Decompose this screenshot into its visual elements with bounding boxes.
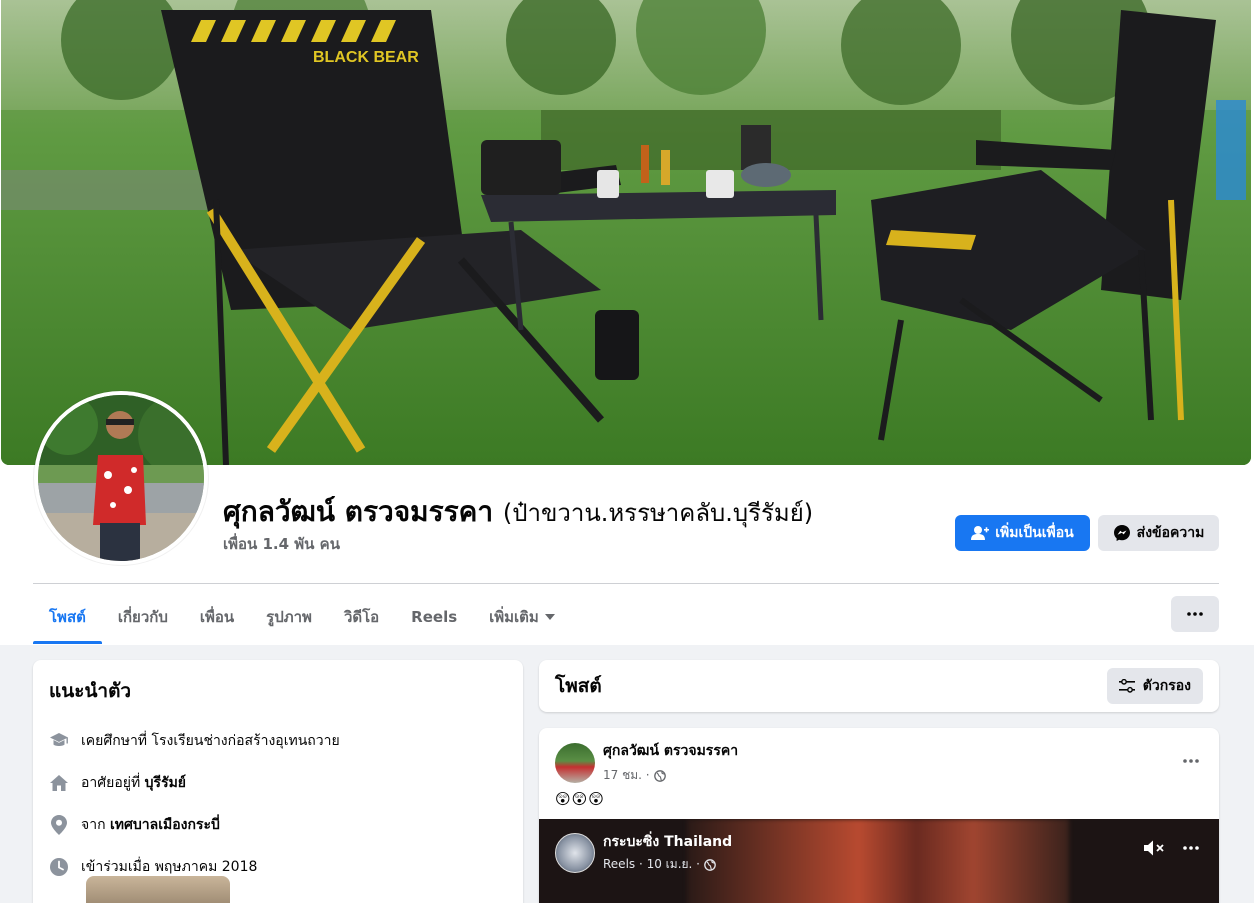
reel-controls [1143, 839, 1199, 857]
messenger-icon [1113, 525, 1130, 541]
friends-count[interactable]: เพื่อน 1.4 พัน คน [223, 532, 340, 556]
reel-more-dots-icon[interactable] [1183, 846, 1199, 850]
mute-icon[interactable] [1143, 839, 1165, 857]
reel-thumbnail [687, 819, 1069, 903]
post-author-name[interactable]: ศุกลวัฒน์ ตรวจมรรคา [603, 740, 738, 762]
intro-title: แนะนำตัว [49, 680, 132, 702]
profile-tabs: โพสต์ เกี่ยวกับ เพื่อน รูปภาพ วิดีโอ Ree… [33, 590, 571, 644]
filter-button[interactable]: ตัวกรอง [1106, 668, 1203, 704]
posts-section-title: โพสต์ [555, 675, 602, 697]
tab-more-label: เพิ่มเติม [489, 608, 539, 626]
globe-icon [653, 769, 666, 782]
reel-meta-text[interactable]: Reels · 10 เม.ย. · [603, 855, 700, 874]
post-card: ศุกลวัฒน์ ตรวจมรรคา 17 ชม. · 😲😲😲 กระบะซิ… [539, 728, 1219, 903]
tab-posts[interactable]: โพสต์ [33, 590, 102, 644]
clock-icon [49, 857, 69, 877]
post-author-avatar[interactable] [555, 742, 595, 783]
reel-author-avatar[interactable] [555, 832, 595, 873]
post-time[interactable]: 17 ชม. · [603, 766, 650, 785]
tab-videos-label: วิดีโอ [343, 608, 380, 626]
reel-author-info: กระบะซิ่ง Thailand Reels · 10 เม.ย. · [603, 831, 732, 874]
tab-more[interactable]: เพิ่มเติม [473, 590, 571, 644]
intro-lives-in-value[interactable]: บุรีรัมย์ [145, 775, 186, 791]
intro-card: แนะนำตัว เคยศึกษาที่ โรงเรียนช่างก่อสร้า… [33, 660, 523, 903]
post-options-button[interactable] [1183, 748, 1199, 767]
profile-name-alternate: (ป๋าขวาน.หรรษาคลับ.บุรีรัมย์) [502, 499, 814, 527]
profile-more-options-button[interactable] [1171, 596, 1219, 632]
add-friend-label: เพิ่มเป็นเพื่อน [995, 525, 1074, 541]
posts-header-card: โพสต์ ตัวกรอง [539, 660, 1219, 712]
graduation-cap-icon [49, 731, 69, 751]
intro-lives-in-text: อาศัยอยู่ที่ บุรีรัมย์ [81, 772, 186, 794]
dropdown-caret-icon [544, 614, 555, 620]
profile-picture [38, 395, 204, 561]
tab-videos[interactable]: วิดีโอ [328, 590, 395, 644]
intro-lives-in-label: อาศัยอยู่ที่ [81, 775, 145, 791]
intro-from-value[interactable]: เทศบาลเมืองกระบี่ [110, 817, 220, 833]
post-meta: 17 ชม. · [603, 766, 738, 785]
message-label: ส่งข้อความ [1136, 525, 1205, 541]
shared-reel[interactable]: กระบะซิ่ง Thailand Reels · 10 เม.ย. · [539, 819, 1219, 903]
more-dots-icon [1183, 759, 1199, 763]
featured-photo[interactable] [86, 876, 230, 903]
reel-meta: Reels · 10 เม.ย. · [603, 855, 732, 874]
intro-from-label: จาก [81, 817, 110, 833]
tab-reels[interactable]: Reels [395, 590, 473, 644]
intro-education: เคยศึกษาที่ โรงเรียนช่างก่อสร้างอุเทนถวา… [49, 720, 507, 762]
profile-name-primary: ศุกลวัฒน์ ตรวจมรรคา [223, 495, 494, 528]
post-author-info: ศุกลวัฒน์ ตรวจมรรคา 17 ชม. · [603, 740, 738, 785]
profile-name: ศุกลวัฒน์ ตรวจมรรคา (ป๋าขวาน.หรรษาคลับ.บ… [223, 490, 813, 534]
tab-photos[interactable]: รูปภาพ [250, 590, 328, 644]
home-icon [49, 773, 69, 793]
filter-sliders-icon [1118, 679, 1135, 693]
profile-avatar[interactable] [34, 391, 208, 565]
intro-education-label: เคยศึกษาที่ โรงเรียนช่างก่อสร้างอุเทนถวา… [81, 733, 340, 749]
more-dots-icon [1187, 612, 1203, 616]
intro-lives-in: อาศัยอยู่ที่ บุรีรัมย์ [49, 762, 507, 804]
tab-about-label: เกี่ยวกับ [117, 608, 168, 626]
tab-friends[interactable]: เพื่อน [184, 590, 250, 644]
tab-photos-label: รูปภาพ [266, 608, 312, 626]
tab-friends-label: เพื่อน [199, 608, 235, 626]
reel-author-name[interactable]: กระบะซิ่ง Thailand [603, 831, 732, 853]
add-friend-icon [971, 526, 990, 540]
filter-label: ตัวกรอง [1142, 678, 1191, 694]
svg-text:BLACK BEAR: BLACK BEAR [313, 49, 419, 66]
globe-icon [704, 858, 716, 871]
post-header: ศุกลวัฒน์ ตรวจมรรคา 17 ชม. · [555, 740, 738, 785]
tab-about[interactable]: เกี่ยวกับ [102, 590, 184, 644]
profile-header: BLACK BEAR ศุกลวัฒน์ ตรวจมรรคา (ป๋าขวาน.… [0, 0, 1254, 645]
location-pin-icon [49, 815, 69, 835]
reel-header: กระบะซิ่ง Thailand Reels · 10 เม.ย. · [555, 831, 732, 874]
intro-from-text: จาก เทศบาลเมืองกระบี่ [81, 814, 220, 836]
intro-joined-text: เข้าร่วมเมื่อ พฤษภาคม 2018 [81, 859, 258, 875]
header-divider [33, 583, 1219, 584]
add-friend-button[interactable]: เพิ่มเป็นเพื่อน [955, 515, 1090, 551]
tab-reels-label: Reels [411, 608, 458, 626]
cover-photo[interactable]: BLACK BEAR [1, 0, 1251, 465]
intro-education-text: เคยศึกษาที่ โรงเรียนช่างก่อสร้างอุเทนถวา… [81, 730, 340, 752]
post-text: 😲😲😲 [555, 790, 605, 808]
intro-from: จาก เทศบาลเมืองกระบี่ [49, 804, 507, 846]
message-button[interactable]: ส่งข้อความ [1098, 515, 1219, 551]
tab-posts-label: โพสต์ [49, 608, 86, 626]
